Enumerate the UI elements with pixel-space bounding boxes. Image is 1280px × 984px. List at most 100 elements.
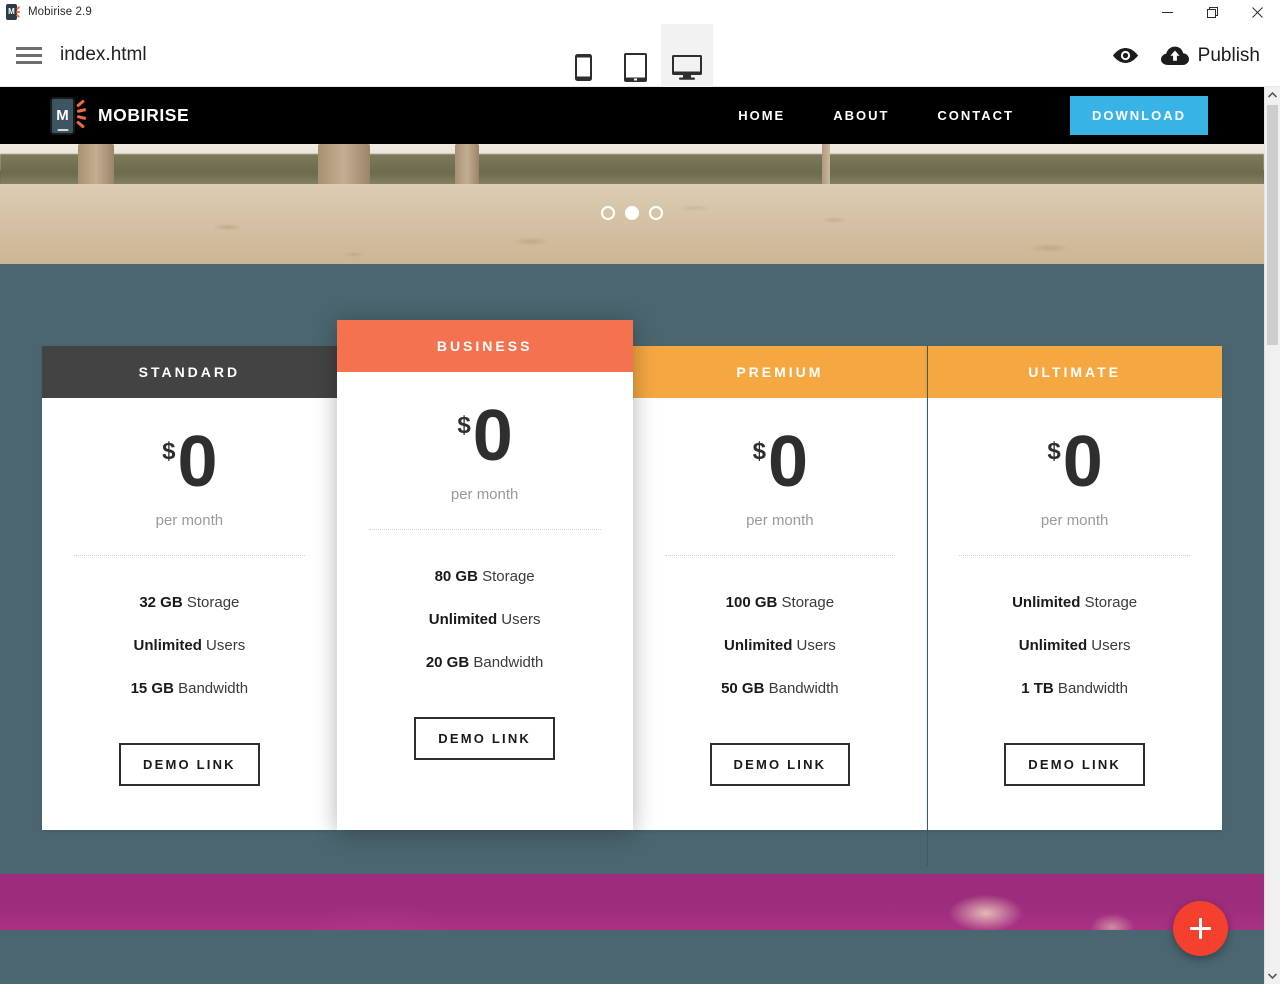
pricing-card-business: BUSINESS $ 0 per month 80 GB Storage Unl… — [336, 320, 633, 831]
currency-symbol: $ — [752, 438, 767, 465]
pricing-card-row: STANDARD $ 0 per month 32 GB Storage Unl… — [42, 320, 1222, 866]
nav-download-button[interactable]: DOWNLOAD — [1070, 96, 1208, 135]
feature-value: Unlimited — [1018, 637, 1088, 655]
mobirise-phone-logo-icon: M — [50, 96, 87, 135]
bottom-image-section — [0, 874, 1264, 930]
hamburger-icon[interactable] — [16, 42, 42, 68]
plan-price-premium: $ 0 — [752, 422, 808, 502]
price-amount: 0 — [768, 422, 808, 502]
plan-price-standard: $ 0 — [162, 426, 217, 498]
hero-slider-dots — [0, 206, 1264, 220]
demo-link-button-premium[interactable]: DEMO LINK — [709, 743, 851, 787]
feature-item: 100 GB Storage — [633, 594, 928, 611]
feature-label: Bandwidth — [469, 654, 544, 672]
phone-icon — [574, 53, 592, 81]
feature-label: Bandwidth — [1053, 680, 1128, 698]
feature-item: 80 GB Storage — [337, 568, 633, 585]
feature-item: Unlimited Users — [337, 611, 633, 628]
feature-value: 1 TB — [1021, 680, 1054, 698]
editor-toolbar: index.html Publish — [0, 24, 1280, 87]
feature-item: Unlimited Users — [42, 637, 337, 654]
site-menu: HOME ABOUT CONTACT DOWNLOAD — [714, 96, 1208, 135]
plan-cta-wrap: DEMO LINK — [633, 723, 928, 830]
cloud-upload-icon — [1160, 46, 1189, 65]
feature-value: 100 GB — [725, 594, 778, 612]
mobirise-logo-icon: M — [6, 4, 22, 20]
feature-item: Unlimited Users — [927, 637, 1222, 654]
preview-scrollbar[interactable] — [1264, 87, 1280, 984]
feature-label: Bandwidth — [764, 680, 839, 698]
scrollbar-down-arrow[interactable] — [1265, 968, 1280, 984]
add-block-button[interactable] — [1173, 901, 1228, 956]
feature-value: 32 GB — [139, 594, 183, 612]
device-tablet-button[interactable] — [609, 24, 661, 87]
preview-button[interactable] — [1112, 47, 1139, 64]
desktop-icon — [672, 54, 702, 80]
minimize-button[interactable] — [1145, 0, 1190, 24]
price-period: per month — [155, 512, 224, 530]
plan-price-business: $ 0 — [457, 400, 512, 472]
hero-dot-3[interactable] — [649, 206, 663, 220]
plan-body-standard: $ 0 per month 32 GB Storage Unlimited Us… — [42, 398, 337, 830]
plan-features-ultimate: Unlimited Storage Unlimited Users 1 TB B… — [927, 556, 1222, 697]
plan-cta-wrap: DEMO LINK — [42, 723, 337, 830]
plan-cta-wrap: DEMO LINK — [337, 697, 633, 804]
card-vertical-divider — [927, 346, 928, 866]
hero-dot-1[interactable] — [601, 206, 615, 220]
feature-label: Storage — [477, 568, 535, 586]
document-name[interactable]: index.html — [60, 44, 147, 66]
price-period: per month — [450, 486, 519, 504]
feature-label: Storage — [1080, 594, 1138, 612]
nav-link-about[interactable]: ABOUT — [809, 108, 913, 123]
plan-name-premium: PREMIUM — [632, 346, 928, 398]
feature-label: Storage — [777, 594, 835, 612]
nav-link-home[interactable]: HOME — [714, 108, 809, 123]
maximize-button[interactable] — [1190, 0, 1235, 24]
device-preview-switch — [557, 24, 713, 87]
window-title: Mobirise 2.9 — [28, 6, 92, 18]
site-navbar: M MOBIRISE HOME ABOUT CONTACT DOWNLOAD — [0, 87, 1264, 144]
feature-item: Unlimited Users — [633, 637, 928, 654]
plan-body-ultimate: $ 0 per month Unlimited Storage Unlimite… — [927, 398, 1222, 830]
feature-item: 20 GB Bandwidth — [337, 654, 633, 671]
hero-dot-2[interactable] — [625, 206, 639, 220]
title-bar: M Mobirise 2.9 — [0, 0, 1280, 24]
close-button[interactable] — [1235, 0, 1280, 24]
device-desktop-button[interactable] — [661, 24, 713, 87]
plan-body-premium: $ 0 per month 100 GB Storage Unlimited U… — [633, 398, 928, 830]
device-mobile-button[interactable] — [557, 24, 609, 87]
feature-value: 20 GB — [425, 654, 470, 672]
feature-value: 80 GB — [434, 568, 478, 586]
feature-label: Users — [1087, 637, 1131, 655]
scrollbar-up-arrow[interactable] — [1265, 87, 1280, 103]
site-brand[interactable]: M MOBIRISE — [50, 96, 190, 135]
page-preview-canvas: M MOBIRISE HOME ABOUT CONTACT DOWNLOAD S… — [0, 87, 1280, 984]
price-period: per month — [746, 512, 814, 530]
publish-label: Publish — [1197, 44, 1260, 66]
feature-label: Users — [201, 637, 246, 655]
window-controls — [1145, 0, 1280, 24]
hero-background-image — [0, 144, 1264, 264]
eye-icon — [1112, 48, 1138, 63]
pricing-card-premium: PREMIUM $ 0 per month 100 GB Storage Unl… — [632, 346, 928, 831]
currency-symbol: $ — [1047, 438, 1061, 465]
feature-label: Users — [497, 611, 541, 629]
plan-name-business: BUSINESS — [336, 320, 633, 372]
plan-cta-wrap: DEMO LINK — [927, 723, 1222, 830]
feature-item: 1 TB Bandwidth — [927, 680, 1222, 697]
mobirise-app-window: M Mobirise 2.9 index.html Publish M MOBI… — [0, 0, 1280, 984]
site-brand-name: MOBIRISE — [98, 105, 190, 125]
title-bar-left: M Mobirise 2.9 — [0, 4, 92, 20]
feature-item: 32 GB Storage — [42, 594, 337, 611]
scrollbar-thumb[interactable] — [1267, 105, 1278, 345]
demo-link-button-business[interactable]: DEMO LINK — [414, 717, 555, 761]
feature-item: Unlimited Storage — [927, 594, 1222, 611]
demo-link-button-standard[interactable]: DEMO LINK — [119, 743, 260, 787]
feature-item: 15 GB Bandwidth — [42, 680, 337, 697]
plan-body-business: $ 0 per month 80 GB Storage Unlimited Us… — [337, 372, 633, 804]
pricing-card-ultimate: ULTIMATE $ 0 per month Unlimited Storage… — [927, 346, 1222, 831]
nav-link-contact[interactable]: CONTACT — [913, 108, 1038, 123]
demo-link-button-ultimate[interactable]: DEMO LINK — [1004, 743, 1145, 787]
feature-value: Unlimited — [1012, 594, 1081, 612]
publish-button[interactable]: Publish — [1160, 44, 1260, 67]
